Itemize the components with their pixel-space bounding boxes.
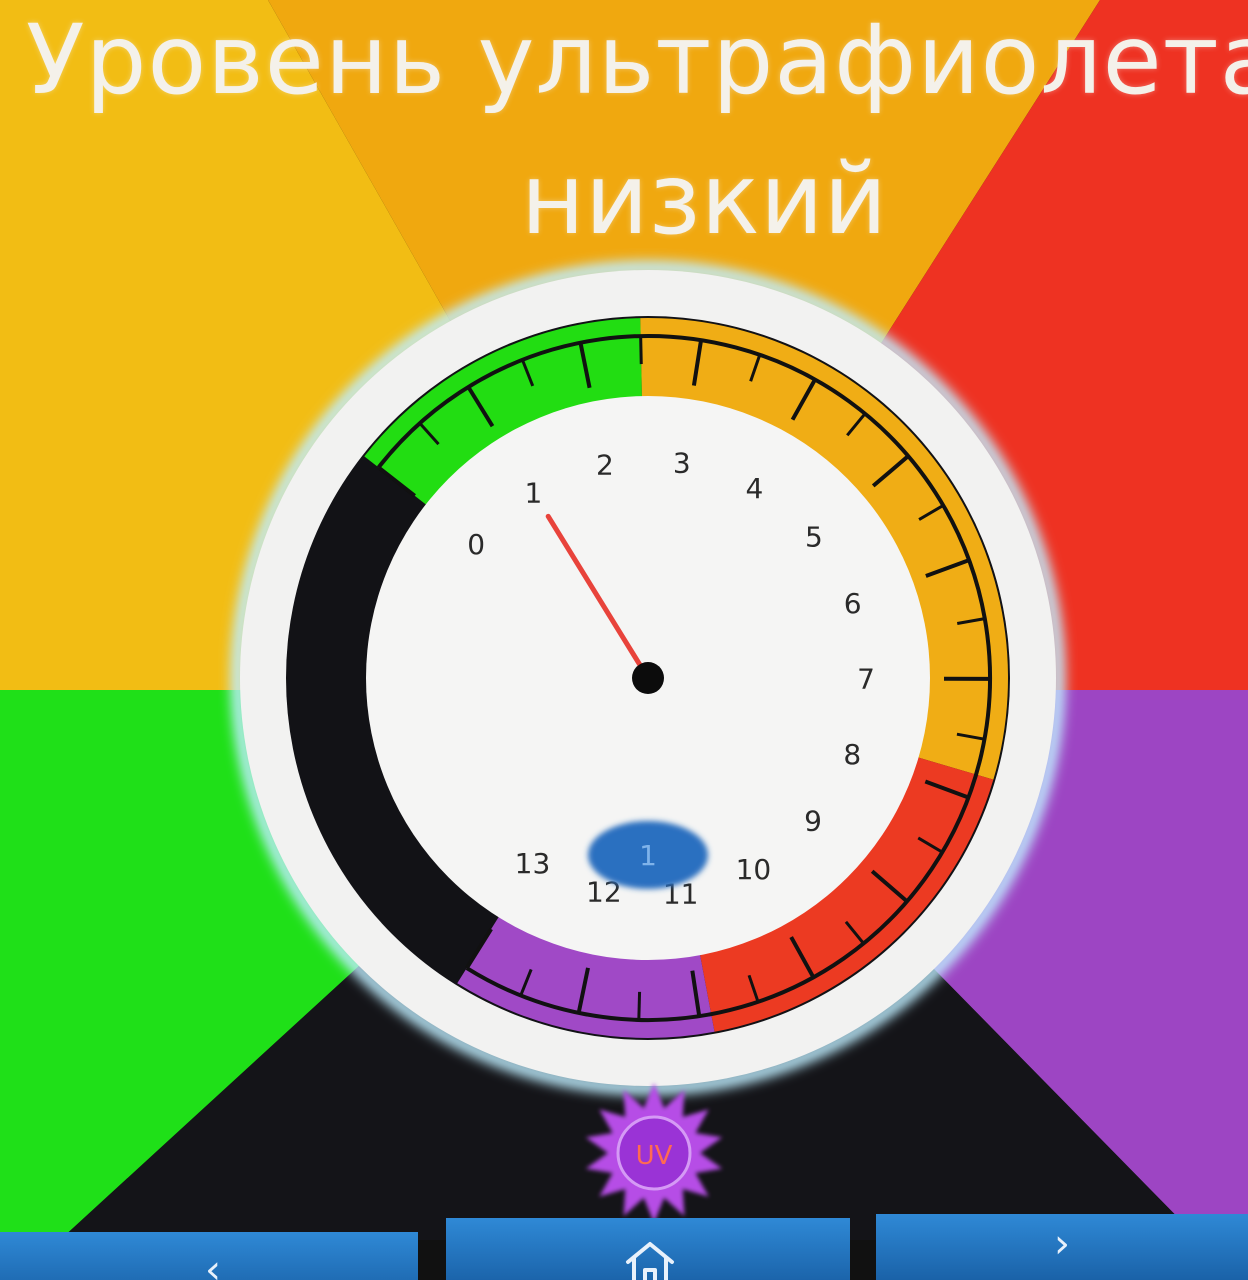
gauge-scale-label: 5 xyxy=(805,521,823,554)
back-button[interactable]: ‹ xyxy=(0,1232,418,1280)
gauge-scale-label: 4 xyxy=(746,472,764,505)
uv-level-screen: Уровень ультрафиолета низкий 01234567891… xyxy=(0,0,1248,1280)
uv-sun-label: UV xyxy=(636,1141,673,1171)
uv-gauge: 012 345678910111213 1 xyxy=(231,261,1065,1095)
gauge-scale-label: 10 xyxy=(736,853,772,886)
gauge-scale-label: 8 xyxy=(843,738,861,771)
uv-sun-icon[interactable]: UV xyxy=(572,1080,736,1226)
forward-button[interactable]: › xyxy=(876,1214,1248,1280)
gauge-needle-hub xyxy=(632,662,664,694)
gauge-scale-label: 9 xyxy=(804,804,822,837)
bottom-navigation: ‹ › xyxy=(0,1214,1248,1280)
gauge-minor-tick xyxy=(639,336,643,365)
uv-level-status: низкий xyxy=(520,143,888,257)
gauge-scale-label: 0 xyxy=(467,528,485,561)
gauge-minor-tick xyxy=(637,991,642,1020)
gauge-scale-label: 3 xyxy=(673,447,691,480)
gauge-scale-label: 1 xyxy=(525,477,543,510)
gauge-value-readout: 1 xyxy=(639,839,657,872)
chevron-right-icon: › xyxy=(1054,1221,1070,1267)
gauge-scale-label: 13 xyxy=(515,847,551,880)
page-title: Уровень ультрафиолета xyxy=(26,4,1248,116)
gauge-scale-label: 6 xyxy=(844,587,862,620)
gauge-scale-label: 2 xyxy=(596,448,614,481)
chevron-left-icon: ‹ xyxy=(205,1247,221,1280)
home-button[interactable] xyxy=(446,1218,850,1280)
home-icon xyxy=(626,1242,674,1280)
gauge-scale-label: 7 xyxy=(857,663,875,696)
